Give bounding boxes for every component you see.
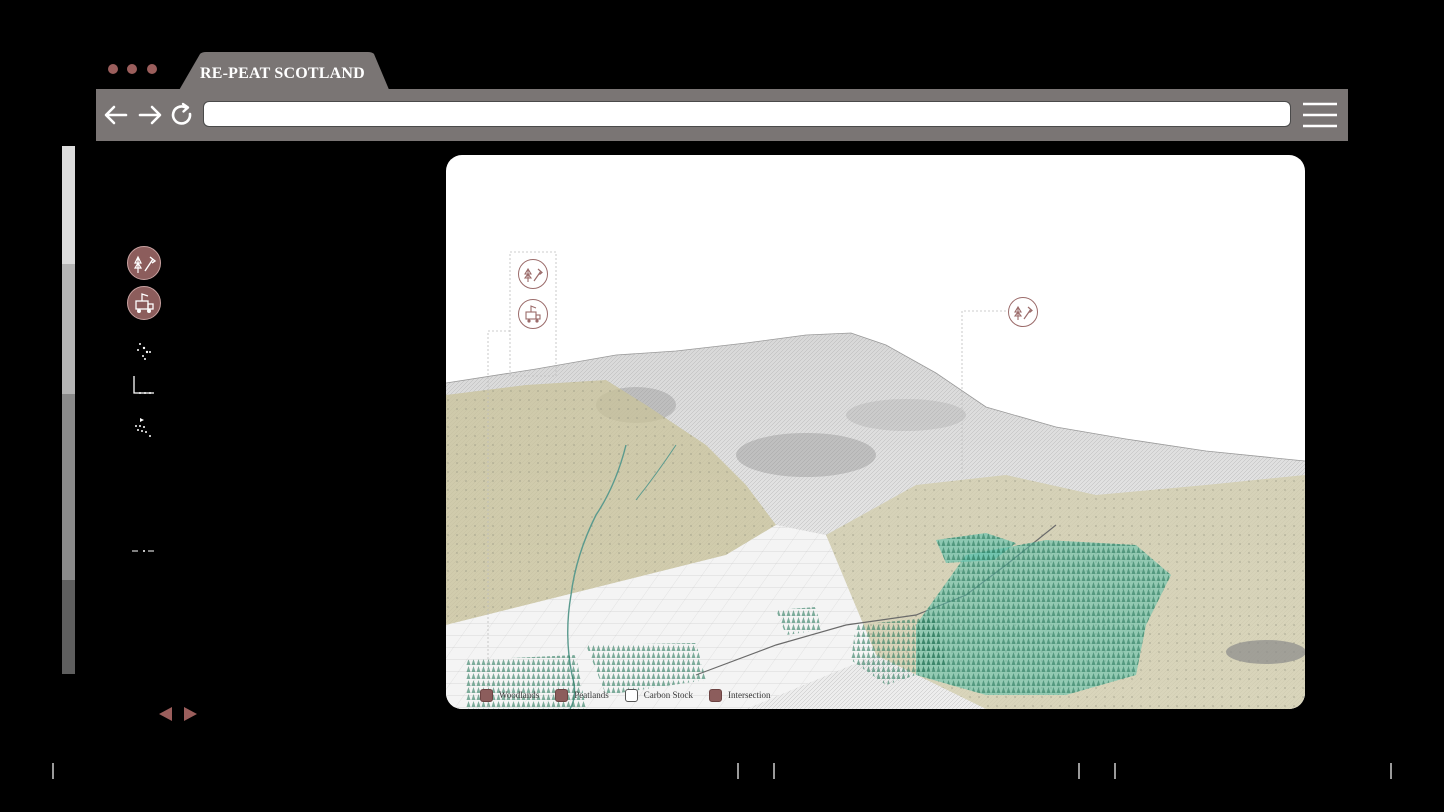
- sidebar-item-woodland[interactable]: [127, 246, 161, 280]
- map-pin-woodland[interactable]: [518, 259, 548, 289]
- trees-axe-icon: [1013, 305, 1033, 320]
- arrow-left-icon: [104, 105, 128, 125]
- legend-item-peatlands[interactable]: Peatlands: [555, 688, 609, 702]
- reload-button[interactable]: [168, 101, 196, 129]
- back-button[interactable]: [102, 101, 130, 129]
- timeline-tick[interactable]: [737, 763, 739, 779]
- logging-vehicle-icon: [525, 305, 541, 323]
- map-panel[interactable]: Woodlands Peatlands Carbon Stock Interse…: [446, 155, 1305, 709]
- reload-icon: [171, 102, 192, 125]
- tab-title: RE-PEAT SCOTLAND: [200, 65, 365, 82]
- triangle-left-icon[interactable]: [159, 707, 172, 721]
- legend-item-carbon-stock[interactable]: Carbon Stock: [624, 688, 694, 702]
- legend-swatch: [709, 688, 723, 702]
- legend-label: Peatlands: [574, 690, 609, 700]
- browser-toolbar: [96, 89, 1348, 141]
- forward-button[interactable]: [136, 101, 164, 129]
- timeline-tick[interactable]: [1390, 763, 1392, 779]
- address-bar[interactable]: [203, 101, 1291, 127]
- map-pin-logging[interactable]: [518, 299, 548, 329]
- legend-swatch: [555, 688, 569, 702]
- legend-label: Intersection: [728, 690, 771, 700]
- browser-tab[interactable]: RE-PEAT SCOTLAND: [178, 52, 390, 92]
- legend-item-intersection[interactable]: Intersection: [709, 688, 771, 702]
- triangle-right-icon[interactable]: [184, 707, 197, 721]
- timeline-tick[interactable]: [773, 763, 775, 779]
- dots-cluster-icon[interactable]: [132, 416, 156, 440]
- small-scatter-icon[interactable]: [134, 340, 156, 362]
- legend-label: Woodlands: [499, 690, 540, 700]
- logging-vehicle-icon: [135, 293, 154, 313]
- scroll-progress-bar[interactable]: [62, 146, 75, 674]
- window-dot-minimize[interactable]: [127, 64, 137, 74]
- timeline-tick[interactable]: [1078, 763, 1080, 779]
- legend-item-woodlands[interactable]: Woodlands: [480, 688, 540, 702]
- window-dot-maximize[interactable]: [147, 64, 157, 74]
- trees-axe-icon: [133, 255, 157, 273]
- small-dash-icon[interactable]: [130, 544, 156, 558]
- sidebar-item-logging[interactable]: [127, 286, 161, 320]
- terrain-illustration: [446, 251, 1305, 709]
- legend-swatch: [480, 688, 493, 702]
- timeline-tick[interactable]: [52, 763, 54, 779]
- axis-icon[interactable]: [132, 374, 156, 398]
- legend-swatch: [624, 688, 638, 702]
- map-legend: Woodlands Peatlands Carbon Stock Interse…: [480, 687, 787, 703]
- window-dot-close[interactable]: [108, 64, 118, 74]
- trees-axe-icon: [523, 267, 543, 282]
- menu-button[interactable]: [1302, 102, 1338, 128]
- legend-label: Carbon Stock: [643, 690, 694, 700]
- timeline-tick[interactable]: [1114, 763, 1116, 779]
- map-pin-woodland-2[interactable]: [1008, 297, 1038, 327]
- hamburger-menu-icon: [1303, 102, 1337, 128]
- arrow-right-icon: [138, 105, 162, 125]
